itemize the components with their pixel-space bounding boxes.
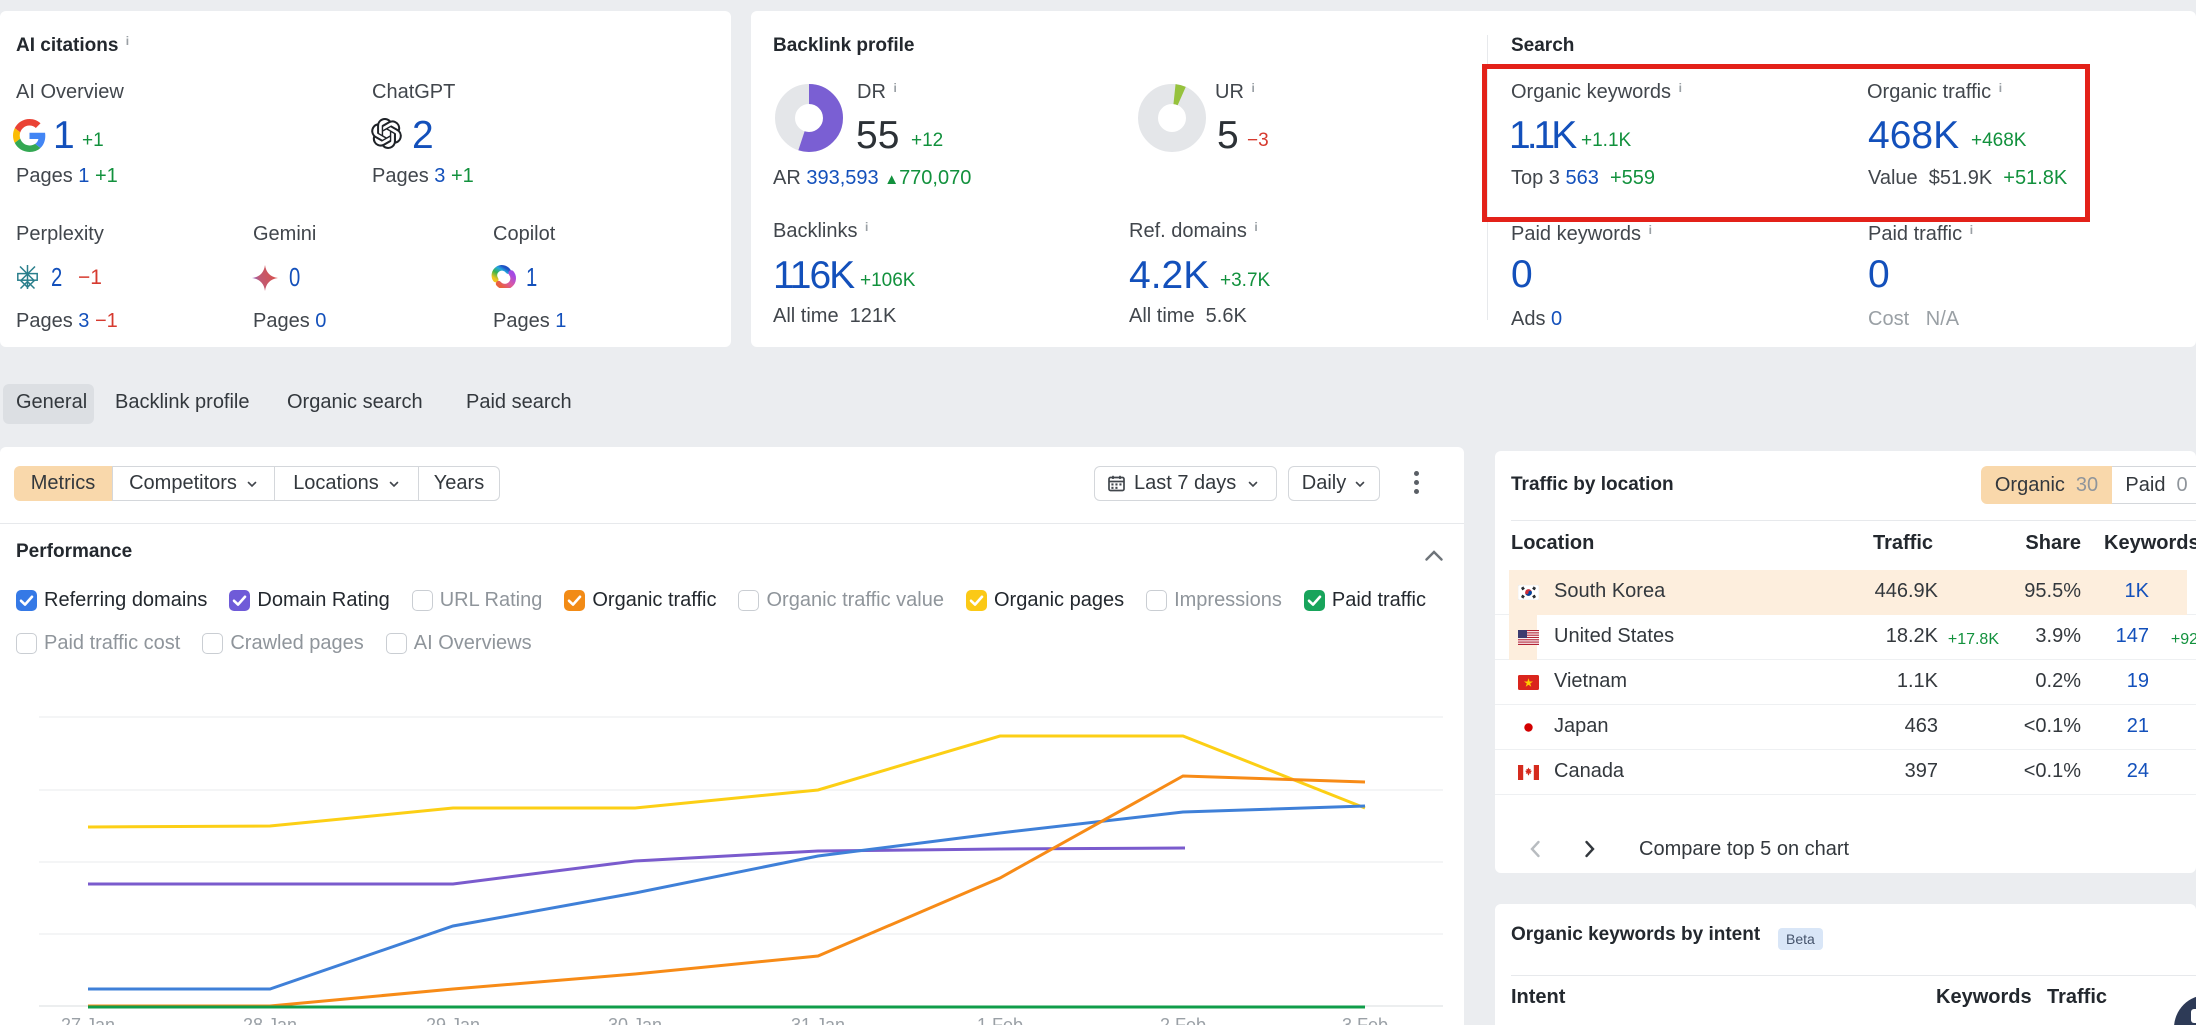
svg-text:30 Jan: 30 Jan [608,1015,662,1025]
svg-text:3 Feb: 3 Feb [1342,1015,1388,1025]
svg-text:28 Jan: 28 Jan [243,1015,297,1025]
svg-text:1 Feb: 1 Feb [977,1015,1023,1025]
svg-text:27 Jan: 27 Jan [61,1015,115,1025]
svg-text:29 Jan: 29 Jan [426,1015,480,1025]
svg-text:31 Jan: 31 Jan [791,1015,845,1025]
svg-text:2 Feb: 2 Feb [1160,1015,1206,1025]
